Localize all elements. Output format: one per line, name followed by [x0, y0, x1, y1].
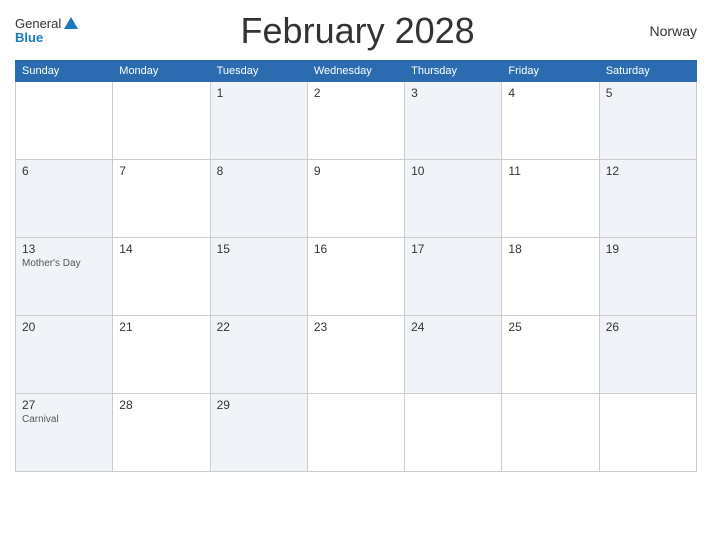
day-event: Mother's Day [22, 258, 106, 269]
weekday-header-friday: Friday [502, 61, 599, 82]
calendar-cell: 4 [502, 82, 599, 160]
calendar-header: General Blue February 2028 Norway [15, 10, 697, 52]
day-number: 1 [217, 86, 301, 100]
calendar-cell: 13 Mother's Day [16, 238, 113, 316]
calendar-cell: 1 [210, 82, 307, 160]
weekday-header-saturday: Saturday [599, 61, 696, 82]
day-number: 15 [217, 242, 301, 256]
calendar-cell [16, 82, 113, 160]
country-name: Norway [637, 23, 697, 39]
calendar-cell: 19 [599, 238, 696, 316]
calendar-cell: 24 [405, 316, 502, 394]
calendar-cell: 12 [599, 160, 696, 238]
calendar-cell: 7 [113, 160, 210, 238]
calendar-title: February 2028 [78, 10, 637, 52]
calendar-cell [307, 394, 404, 472]
calendar-cell: 18 [502, 238, 599, 316]
calendar-cell: 25 [502, 316, 599, 394]
day-number: 21 [119, 320, 203, 334]
calendar-cell: 6 [16, 160, 113, 238]
day-number: 3 [411, 86, 495, 100]
day-number: 17 [411, 242, 495, 256]
day-number: 9 [314, 164, 398, 178]
calendar-cell [405, 394, 502, 472]
calendar-cell: 16 [307, 238, 404, 316]
week-row-0: 12345 [16, 82, 697, 160]
calendar-cell: 22 [210, 316, 307, 394]
weekday-header-thursday: Thursday [405, 61, 502, 82]
calendar-cell: 21 [113, 316, 210, 394]
day-number: 7 [119, 164, 203, 178]
day-number: 12 [606, 164, 690, 178]
day-number: 8 [217, 164, 301, 178]
day-number: 10 [411, 164, 495, 178]
calendar-cell: 11 [502, 160, 599, 238]
day-number: 29 [217, 398, 301, 412]
week-row-2: 13 Mother's Day 14 15 16 17 18 19 [16, 238, 697, 316]
day-number: 14 [119, 242, 203, 256]
calendar-container: General Blue February 2028 Norway Sunday… [0, 0, 712, 550]
day-number: 4 [508, 86, 592, 100]
calendar-cell: 8 [210, 160, 307, 238]
weekday-header-tuesday: Tuesday [210, 61, 307, 82]
calendar-cell: 28 [113, 394, 210, 472]
day-number: 19 [606, 242, 690, 256]
logo-general-text: General [15, 17, 61, 31]
day-number: 26 [606, 320, 690, 334]
calendar-cell: 15 [210, 238, 307, 316]
day-number: 28 [119, 398, 203, 412]
weekday-header-row: SundayMondayTuesdayWednesdayThursdayFrid… [16, 61, 697, 82]
calendar-cell: 2 [307, 82, 404, 160]
calendar-cell [599, 394, 696, 472]
calendar-cell: 26 [599, 316, 696, 394]
week-row-3: 20 21 22 23 24 25 26 [16, 316, 697, 394]
day-event: Carnival [22, 414, 106, 425]
calendar-cell: 20 [16, 316, 113, 394]
calendar-cell [502, 394, 599, 472]
day-number: 6 [22, 164, 106, 178]
weekday-header-monday: Monday [113, 61, 210, 82]
day-number: 22 [217, 320, 301, 334]
calendar-cell [113, 82, 210, 160]
day-number: 18 [508, 242, 592, 256]
week-row-1: 6789 10 11 12 [16, 160, 697, 238]
day-number: 5 [606, 86, 690, 100]
calendar-cell: 17 [405, 238, 502, 316]
logo-triangle-icon [64, 17, 78, 29]
calendar-cell: 9 [307, 160, 404, 238]
day-number: 16 [314, 242, 398, 256]
calendar-cell: 10 [405, 160, 502, 238]
calendar-cell: 14 [113, 238, 210, 316]
weekday-header-wednesday: Wednesday [307, 61, 404, 82]
calendar-cell: 5 [599, 82, 696, 160]
day-number: 25 [508, 320, 592, 334]
logo: General Blue [15, 17, 78, 46]
day-number: 20 [22, 320, 106, 334]
day-number: 24 [411, 320, 495, 334]
calendar-grid: SundayMondayTuesdayWednesdayThursdayFrid… [15, 60, 697, 472]
week-row-4: 27 Carnival 28 29 [16, 394, 697, 472]
day-number: 2 [314, 86, 398, 100]
calendar-cell: 27 Carnival [16, 394, 113, 472]
day-number: 27 [22, 398, 106, 412]
calendar-cell: 23 [307, 316, 404, 394]
logo-blue-text: Blue [15, 31, 43, 45]
day-number: 23 [314, 320, 398, 334]
calendar-cell: 29 [210, 394, 307, 472]
day-number: 13 [22, 242, 106, 256]
calendar-cell: 3 [405, 82, 502, 160]
weekday-header-sunday: Sunday [16, 61, 113, 82]
day-number: 11 [508, 164, 592, 178]
